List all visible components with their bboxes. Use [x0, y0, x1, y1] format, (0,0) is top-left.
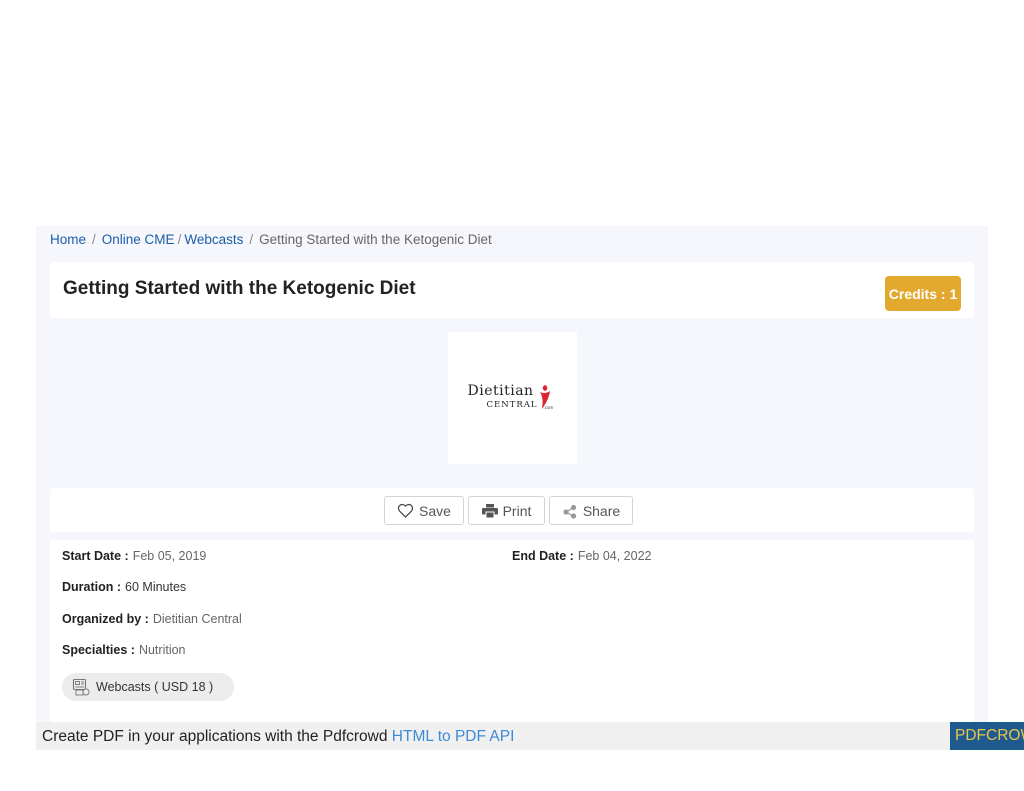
- specialties-label: Specialties :: [62, 643, 135, 657]
- organized-by-value: Dietitian Central: [152, 612, 242, 626]
- logo-mark-group: Dietitian CENTRAL .com: [468, 383, 558, 413]
- start-date-label: Start Date :: [62, 549, 129, 563]
- share-icon: [563, 504, 576, 519]
- organized-by-row: Organized by : Dietitian Central: [62, 612, 242, 626]
- printer-icon: [481, 503, 498, 518]
- organized-by-label: Organized by :: [62, 612, 149, 626]
- organizer-logo: Dietitian CENTRAL .com: [448, 332, 577, 464]
- pdf-banner: Create PDF in your applications with the…: [36, 722, 1024, 750]
- credits-badge: Credits : 1: [885, 276, 961, 311]
- share-button[interactable]: Share: [549, 496, 633, 525]
- logo-main-text: Dietitian: [467, 383, 534, 399]
- save-label: Save: [419, 502, 451, 519]
- end-date-value: Feb 04, 2022: [577, 549, 652, 563]
- heart-icon: [397, 503, 414, 518]
- end-date-label: End Date :: [512, 549, 574, 563]
- breadcrumb-webcasts-link[interactable]: Webcasts: [184, 232, 243, 247]
- webcast-price-pill[interactable]: Webcasts ( USD 18 ): [62, 673, 234, 701]
- pdf-banner-message: Create PDF in your applications with the…: [42, 728, 388, 745]
- pdf-badge[interactable]: PDFCROWD: [950, 722, 1024, 750]
- share-label: Share: [582, 502, 621, 519]
- breadcrumb-current: Getting Started with the Ketogenic Diet: [259, 232, 492, 247]
- webcast-price-label: Webcasts ( USD 18 ): [96, 680, 214, 694]
- page-title: Getting Started with the Ketogenic Diet: [63, 278, 416, 299]
- duration-label: Duration :: [62, 580, 122, 594]
- end-date-row: End Date : Feb 04, 2022: [512, 549, 651, 563]
- breadcrumb-home-link[interactable]: Home: [50, 232, 86, 247]
- duration-row: Duration :60 Minutes: [62, 580, 186, 594]
- print-label: Print: [502, 502, 532, 519]
- print-button[interactable]: Print: [468, 496, 545, 525]
- start-date-value: Feb 05, 2019: [132, 549, 207, 563]
- breadcrumb-online-cme-link[interactable]: Online CME: [102, 232, 175, 247]
- breadcrumb: Home / Online CME / Webcasts / Getting Started…: [50, 232, 492, 247]
- action-bar: Save Print Share: [50, 488, 974, 532]
- details-card: Start Date : Feb 05, 2019 End Date : Feb 0…: [50, 540, 974, 726]
- specialties-row: Specialties : Nutrition: [62, 643, 186, 657]
- duration-value: 60 Minutes: [125, 580, 187, 594]
- webcast-icon: [72, 678, 90, 696]
- start-date-row: Start Date : Feb 05, 2019: [62, 549, 206, 563]
- logo-accent-icon: [539, 385, 550, 409]
- pdf-banner-link[interactable]: HTML to PDF API: [392, 728, 515, 745]
- specialties-value: Nutrition: [138, 643, 186, 657]
- logo-sub-text: CENTRAL: [486, 400, 538, 410]
- page-content: Home / Online CME / Webcasts / Getting Started…: [36, 226, 988, 726]
- pdf-banner-text: Create PDF in your applications with the…: [42, 728, 514, 746]
- save-button[interactable]: Save: [384, 496, 464, 525]
- title-card: Getting Started with the Ketogenic Diet …: [50, 262, 974, 318]
